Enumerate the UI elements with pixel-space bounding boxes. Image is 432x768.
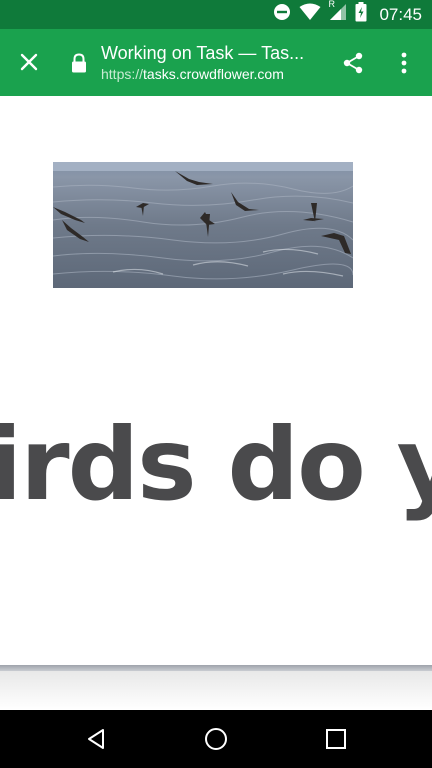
- birds-over-sea-image: [53, 162, 353, 288]
- recents-button[interactable]: [321, 724, 351, 754]
- more-vert-icon: [401, 52, 407, 74]
- more-options-button[interactable]: [392, 49, 416, 77]
- wifi-icon: [299, 3, 321, 26]
- status-bar: R 07:45: [0, 0, 432, 29]
- share-icon: [343, 52, 363, 74]
- title-block[interactable]: Working on Task — Tas... https://tasks.c…: [101, 41, 321, 83]
- home-button[interactable]: [201, 724, 231, 754]
- url-host: tasks.crowdflower.com: [143, 66, 284, 82]
- custom-tab-toolbar: Working on Task — Tas... https://tasks.c…: [0, 29, 432, 96]
- status-time: 07:45: [379, 4, 422, 24]
- battery-charging-icon: [355, 2, 367, 27]
- page-title: Working on Task — Tas...: [101, 43, 305, 63]
- status-icons: R 07:45: [273, 0, 422, 29]
- close-button[interactable]: [14, 47, 44, 77]
- recents-icon: [326, 729, 346, 749]
- lock-icon: [70, 53, 88, 73]
- system-nav-bar: [0, 710, 432, 768]
- share-button[interactable]: [339, 49, 367, 77]
- question-headline: irds do yo: [0, 406, 432, 523]
- url-scheme: https://: [101, 66, 144, 82]
- signal-icon: R: [328, 0, 347, 26]
- home-icon: [205, 728, 227, 750]
- back-button[interactable]: [81, 724, 111, 754]
- do-not-disturb-icon: [273, 3, 291, 26]
- signal-badge: R: [328, 0, 335, 9]
- page-bottom-shadow: [0, 671, 432, 710]
- close-icon: [20, 53, 38, 71]
- page-url: https://tasks.crowdflower.com: [101, 65, 321, 83]
- back-icon: [88, 729, 104, 749]
